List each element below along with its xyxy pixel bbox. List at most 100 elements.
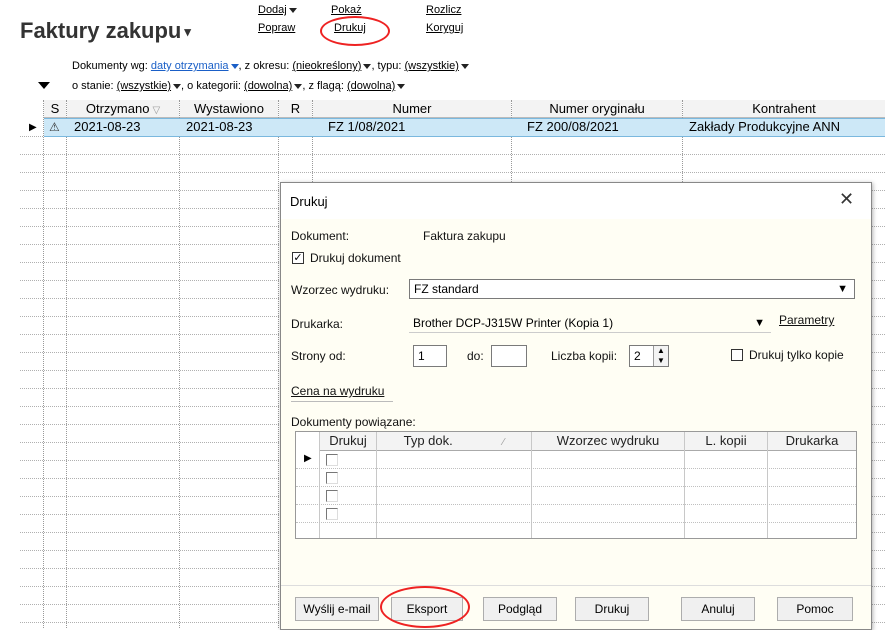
drukarka-value: Brother DCP-J315W Printer (Kopia 1) [413, 316, 614, 330]
send-email-button[interactable]: Wyślij e-mail [295, 597, 379, 621]
cell-otrzymano: 2021-08-23 [74, 119, 141, 134]
sub-header-l-kopii[interactable]: L. kopii [685, 432, 767, 451]
wzorzec-select[interactable]: FZ standard ▼ [409, 279, 855, 299]
grid-line [179, 100, 180, 628]
filter-line-2: o stanie: (wszystkie), o kategorii: (dow… [72, 80, 406, 92]
filter-type-value[interactable]: (wszystkie) [404, 60, 469, 72]
parametry-link[interactable]: Parametry [779, 313, 834, 327]
row-pointer-icon: ▶ [29, 122, 37, 133]
grid-line [20, 172, 885, 173]
help-button[interactable]: Pomoc [777, 597, 853, 621]
chevron-down-icon: ▾ [184, 24, 191, 40]
related-documents-grid[interactable]: Drukuj Typ dok. ⁄ Wzorzec wydruku L. kopi… [295, 431, 857, 539]
sub-header-drukarka[interactable]: Drukarka [768, 432, 856, 451]
dialog-title-bar[interactable] [281, 183, 871, 219]
filter-category-label: , o kategorii: [181, 80, 241, 92]
chevron-down-icon: ▼ [837, 283, 848, 295]
drukuj-tylko-kopie-label: Drukuj tylko kopie [749, 348, 844, 362]
close-icon[interactable]: ✕ [839, 189, 854, 210]
filter-flag-value[interactable]: (dowolna) [347, 80, 406, 92]
dropdown-arrow-icon [460, 63, 469, 69]
cena-na-wydruku-link[interactable]: Cena na wydruku [291, 384, 384, 398]
grid-line [278, 100, 279, 628]
page-title[interactable]: Faktury zakupu ▾ [20, 18, 191, 44]
liczba-kopii-stepper[interactable]: 2 ▲ ▼ [629, 345, 669, 367]
dokument-value: Faktura zakupu [423, 229, 506, 243]
filter-period-value[interactable]: (nieokreślony) [292, 60, 372, 72]
rozlicz-link[interactable]: Rozlicz [426, 4, 461, 16]
dodaj-link[interactable]: Dodaj [258, 4, 297, 16]
column-header-r[interactable]: R [279, 100, 312, 118]
drukuj-dokument-checkbox[interactable]: ✓ [292, 252, 304, 264]
filter-state-value[interactable]: (wszystkie) [117, 80, 182, 92]
grid-line [296, 504, 856, 505]
filter-type-label: , typu: [371, 60, 402, 72]
dropdown-arrow-icon [173, 83, 182, 89]
grid-line [296, 468, 856, 469]
related-drukuj-checkbox[interactable] [326, 454, 338, 466]
liczba-kopii-value: 2 [634, 349, 641, 363]
strony-do-input[interactable] [491, 345, 527, 367]
column-header-otrzymano[interactable]: Otrzymano ▽ [67, 100, 179, 118]
filter-state-label: o stanie: [72, 80, 114, 92]
spinner-arrows-icon[interactable]: ▲ ▼ [653, 346, 668, 366]
drukuj-tylko-kopie-checkbox[interactable] [731, 349, 743, 361]
cancel-button[interactable]: Anuluj [681, 597, 755, 621]
related-drukuj-checkbox[interactable] [326, 490, 338, 502]
separator [291, 401, 393, 402]
grid-line [43, 100, 44, 628]
highlight-drukuj-ellipse [320, 16, 390, 46]
drukarka-label: Drukarka: [291, 317, 344, 331]
drukarka-select[interactable]: Brother DCP-J315W Printer (Kopia 1) ▼ [409, 313, 771, 333]
print-dialog: Drukuj ✕ Dokument: Faktura zakupu ✓ Druk… [280, 182, 872, 630]
filter-category-value[interactable]: (dowolna) [244, 80, 303, 92]
column-header-numer[interactable]: Numer [313, 100, 511, 118]
column-header-kontrahent[interactable]: Kontrahent [683, 100, 885, 118]
sub-header-typ-dok[interactable]: Typ dok. ⁄ [377, 432, 531, 451]
drukuj-dokument-label: Drukuj dokument [310, 251, 401, 265]
filter-period-label: , z okresu: [238, 60, 290, 72]
column-header-numer-oryginalu[interactable]: Numer oryginału [512, 100, 682, 118]
dokumenty-powiazane-label: Dokumenty powiązane: [291, 415, 416, 429]
grid-line [296, 522, 856, 523]
sort-icon: ▽ [152, 105, 161, 116]
column-header-wystawiono[interactable]: Wystawiono [180, 100, 278, 118]
print-button[interactable]: Drukuj [575, 597, 649, 621]
liczba-kopii-label: Liczba kopii: [551, 349, 618, 363]
separator [281, 585, 871, 586]
preview-button[interactable]: Podgląd [483, 597, 557, 621]
sort-icon: ⁄ [502, 437, 505, 448]
grid-line [296, 486, 856, 487]
grid-line [20, 154, 885, 155]
cell-kontrahent: Zakłady Produkcyjne ANN [689, 119, 841, 134]
row-pointer-icon: ▶ [304, 453, 312, 464]
related-drukuj-checkbox[interactable] [326, 508, 338, 520]
wzorzec-label: Wzorzec wydruku: [291, 283, 390, 297]
strony-od-label: Strony od: [291, 349, 346, 363]
collapse-filters-icon[interactable] [38, 82, 50, 89]
filter-line-1: Dokumenty wg: daty otrzymania, z okresu:… [72, 60, 469, 72]
highlight-eksport-ellipse [380, 586, 470, 628]
dropdown-arrow-icon [230, 63, 239, 69]
strony-od-input[interactable]: 1 [413, 345, 447, 367]
cell-wystawiono: 2021-08-23 [186, 119, 253, 134]
column-header-s[interactable]: S [44, 100, 66, 118]
dokument-label: Dokument: [291, 229, 350, 243]
warning-icon: ⚠ [49, 120, 60, 134]
sub-header-drukuj[interactable]: Drukuj [320, 432, 376, 451]
sub-header-wzorzec[interactable]: Wzorzec wydruku [532, 432, 684, 451]
cell-numer: FZ 1/08/2021 [328, 119, 406, 134]
grid-line [66, 100, 67, 628]
filter-docs-value[interactable]: daty otrzymania [151, 60, 239, 72]
popraw-link[interactable]: Popraw [258, 22, 295, 34]
pokaz-link[interactable]: Pokaż [331, 4, 362, 16]
dropdown-arrow-icon [397, 83, 406, 89]
koryguj-link[interactable]: Koryguj [426, 22, 463, 34]
cell-numer-oryginalu: FZ 200/08/2021 [527, 119, 619, 134]
do-label: do: [467, 349, 484, 363]
related-drukuj-checkbox[interactable] [326, 472, 338, 484]
dialog-title: Drukuj [290, 194, 328, 209]
dropdown-arrow-icon [288, 7, 297, 13]
wzorzec-value: FZ standard [414, 282, 479, 296]
chevron-down-icon: ▼ [754, 317, 765, 329]
